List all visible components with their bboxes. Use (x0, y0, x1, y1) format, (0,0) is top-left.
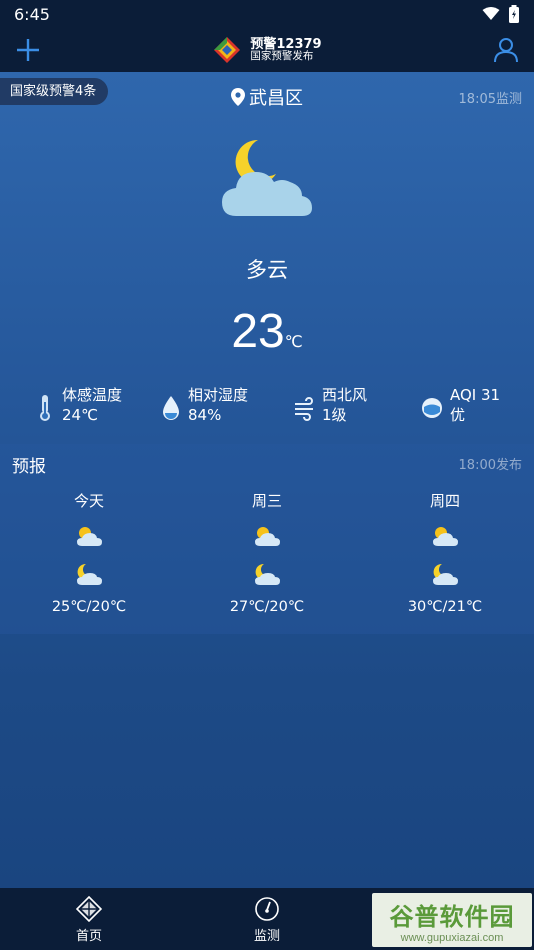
location[interactable]: 武昌区 (0, 84, 534, 110)
brand-logo-icon (214, 37, 241, 63)
detail-humidity: 相对湿度 84% (160, 386, 248, 425)
aqi-mask-icon (422, 398, 442, 418)
detail-label: AQI 31 (450, 386, 501, 404)
forecast-day-label: 今天 (73, 492, 104, 510)
status-bar: 6:45 (0, 0, 534, 28)
partly-cloudy-day-icon (77, 527, 102, 546)
tab-label: 首页 (75, 929, 102, 944)
detail-label: 体感温度 (62, 386, 123, 404)
detail-feels-like: 体感温度 24℃ (34, 386, 122, 425)
forecast-day-label: 周三 (251, 492, 282, 510)
partly-cloudy-day-icon (433, 527, 458, 546)
thermometer-icon (40, 395, 50, 421)
tab-label: 监测 (253, 929, 280, 944)
watermark-url: www.gupuxiazai.com (400, 931, 504, 944)
wifi-icon (482, 7, 500, 20)
forecast-temp-range: 25℃/20℃ (51, 599, 127, 615)
partly-cloudy-night-icon (77, 563, 102, 585)
detail-label: 相对湿度 (188, 386, 249, 404)
brand: 预警12379 国家预警发布 (212, 35, 322, 65)
monitor-time: 18:05监测 (458, 92, 522, 107)
location-pin-icon (231, 88, 245, 106)
forecast-day-label: 周四 (429, 492, 460, 510)
current-temperature: 23℃ (0, 304, 534, 359)
current-condition: 多云 (246, 258, 288, 282)
tab-monitor[interactable]: 监测 (217, 896, 317, 944)
brand-subtitle: 国家预警发布 (250, 50, 314, 63)
watermark-title: 谷普软件园 (389, 902, 515, 931)
home-icon (76, 896, 102, 922)
detail-value: 24℃ (62, 405, 98, 424)
detail-wind: 西北风 1级 (294, 386, 367, 425)
temperature-value: 23 (231, 305, 285, 358)
detail-value: 优 (450, 405, 466, 424)
forecast-day[interactable]: 今天 25℃/20℃ (29, 490, 149, 615)
status-icons (482, 5, 520, 23)
temperature-unit: ℃ (284, 332, 303, 351)
weather-main: 国家级预警4条 武昌区 18:05监测 多云 23℃ 体感温度 24℃ 相对湿度… (0, 72, 534, 888)
watermark: 谷普软件园 www.gupuxiazai.com (372, 893, 532, 947)
detail-label: 西北风 (322, 386, 368, 404)
detail-value: 84% (188, 405, 222, 424)
weather-details: 体感温度 24℃ 相对湿度 84% 西北风 1级 AQI 31 优 (0, 386, 534, 442)
partly-cloudy-night-icon (255, 563, 280, 585)
gauge-icon (255, 897, 279, 921)
battery-icon (509, 5, 519, 23)
user-icon[interactable] (492, 36, 520, 64)
detail-aqi: AQI 31 优 (420, 386, 500, 425)
partly-cloudy-day-icon (255, 527, 280, 546)
partly-cloudy-night-icon (433, 563, 458, 585)
tab-home[interactable]: 首页 (39, 896, 139, 944)
wind-icon (295, 397, 313, 421)
cloudy-night-icon (222, 139, 312, 216)
forecast-day[interactable]: 周三 27℃/20℃ (207, 490, 327, 615)
humidity-drop-icon (163, 396, 179, 420)
forecast-panel: 预报 18:00发布 今天 25℃/20℃ 周三 27℃/20℃ 周四 30℃/… (0, 444, 534, 634)
status-time: 6:45 (14, 4, 50, 24)
forecast-day[interactable]: 周四 30℃/21℃ (385, 490, 505, 615)
location-name: 武昌区 (249, 88, 303, 109)
forecast-temp-range: 27℃/20℃ (229, 599, 305, 615)
detail-value: 1级 (322, 405, 347, 424)
forecast-temp-range: 30℃/21℃ (407, 599, 483, 615)
forecast-publish-time: 18:00发布 (458, 458, 522, 473)
add-city-icon[interactable] (14, 36, 42, 64)
forecast-title: 预报 (12, 457, 46, 477)
app-header: 预警12379 国家预警发布 (0, 28, 534, 72)
